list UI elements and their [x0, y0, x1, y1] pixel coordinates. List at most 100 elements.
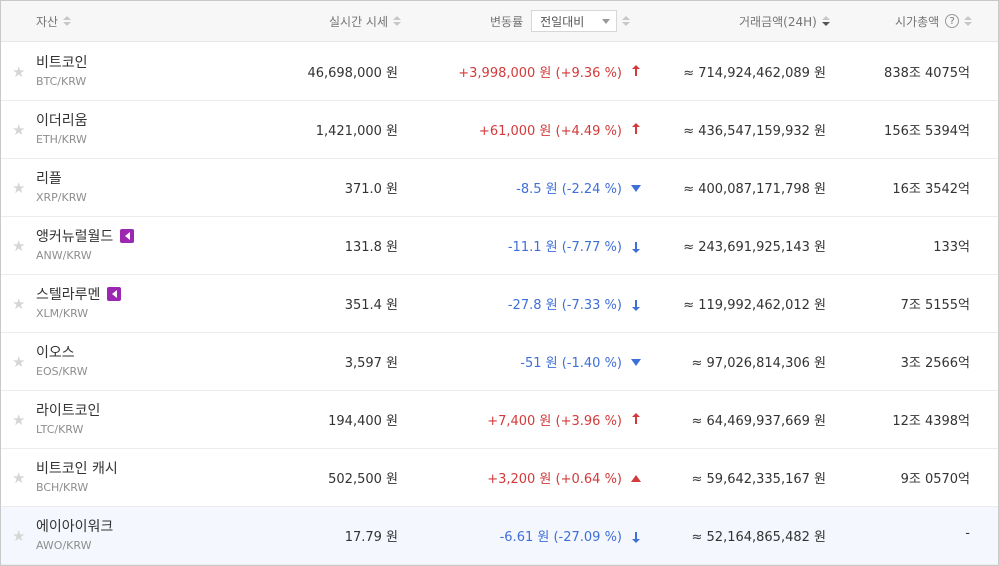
coin-price: 371.0 원 [344, 182, 398, 197]
coin-volume: ≈ 59,642,335,167 원 [691, 472, 827, 487]
coin-name[interactable]: 비트코인 캐시 [36, 458, 118, 478]
arrow-up-icon [631, 123, 641, 135]
warning-badge-icon [120, 229, 135, 243]
coin-name[interactable]: 에이아이워크 [36, 516, 113, 536]
table-row[interactable]: ★ 리플 XRP/KRW 371.0 원 -8.5 원 (-2.24 %) ≈ 400,0… [1, 159, 998, 217]
table-header: 자산 실시간 시세 변동률 전일대비 거래금액(24H) 시가총액 ? [1, 1, 998, 42]
table-row[interactable]: ★ 이더리움 ETH/KRW 1,421,000 원 +61,000 원 (+4.49 … [1, 101, 998, 159]
asset-header-label: 자산 [36, 14, 59, 29]
sort-arrows-icon[interactable] [622, 16, 631, 26]
table-row[interactable]: ★ 앵커뉴럴월드 ANW/KRW 131.8 원 -11.1 원 (-7.77 %) ≈ … [1, 217, 998, 275]
coin-name[interactable]: 이더리움 [36, 110, 88, 130]
coin-volume: ≈ 714,924,462,089 원 [683, 66, 826, 81]
coin-name[interactable]: 라이트코인 [36, 400, 100, 420]
coin-pair: EOS/KRW [36, 365, 88, 378]
coin-name-cell: 이오스 [36, 342, 75, 362]
volume-column-header[interactable]: 거래금액(24H) [739, 1, 830, 41]
coin-market-cap: 12조 4398억 [892, 414, 970, 429]
coin-change: +61,000 원 (+4.49 %) [478, 124, 622, 139]
mcap-column-header[interactable]: 시가총액 ? [895, 1, 973, 41]
change-period-value: 전일대비 [540, 14, 585, 29]
coin-name-cell: 비트코인 [36, 52, 88, 72]
arrow-down-icon [631, 241, 641, 253]
table-row[interactable]: ★ 라이트코인 LTC/KRW 194,400 원 +7,400 원 (+3.96 %)… [1, 391, 998, 449]
table-row[interactable]: ★ 에이아이워크 AWO/KRW 17.79 원 -6.61 원 (-27.09 %) ≈… [1, 507, 998, 565]
coin-volume: ≈ 119,992,462,012 원 [683, 298, 826, 313]
coin-market-cap: 3조 2566억 [900, 356, 970, 371]
sort-arrows-icon[interactable] [63, 16, 72, 26]
coin-name[interactable]: 앵커뉴럴월드 [36, 226, 113, 246]
arrow-down-icon [631, 357, 641, 367]
arrow-down-icon [631, 183, 641, 193]
volume-header-label: 거래금액(24H) [739, 14, 817, 29]
coin-change: -11.1 원 (-7.77 %) [507, 240, 622, 255]
table-row[interactable]: ★ 이오스 EOS/KRW 3,597 원 -51 원 (-1.40 %) ≈ 97,02… [1, 333, 998, 391]
arrow-up-icon [631, 413, 641, 425]
coin-change: -27.8 원 (-7.33 %) [507, 298, 622, 313]
asset-column-header[interactable]: 자산 [36, 1, 72, 41]
coin-name-cell: 비트코인 캐시 [36, 458, 118, 478]
arrow-up-icon [631, 65, 641, 77]
coin-volume: ≈ 436,547,159,932 원 [683, 124, 826, 139]
table-row[interactable]: ★ 비트코인 캐시 BCH/KRW 502,500 원 +3,200 원 (+0.64 … [1, 449, 998, 507]
star-icon[interactable]: ★ [12, 413, 25, 428]
coin-price: 131.8 원 [344, 240, 398, 255]
sort-arrows-icon[interactable] [821, 16, 830, 26]
coin-market-cap: 16조 3542억 [892, 182, 970, 197]
chevron-down-icon [602, 18, 611, 24]
table-row[interactable]: ★ 비트코인 BTC/KRW 46,698,000 원 +3,998,000 원 (+9… [1, 43, 998, 101]
mcap-header-label: 시가총액 [895, 14, 940, 29]
question-circle-icon[interactable]: ? [945, 14, 960, 28]
coin-price: 351.4 원 [344, 298, 398, 313]
coin-change: +7,400 원 (+3.96 %) [487, 414, 622, 429]
star-icon[interactable]: ★ [12, 471, 25, 486]
star-icon[interactable]: ★ [12, 123, 25, 138]
coin-name[interactable]: 스텔라루멘 [36, 284, 100, 304]
coin-volume: ≈ 243,691,925,143 원 [683, 240, 826, 255]
coin-name-cell: 에이아이워크 [36, 516, 113, 536]
coin-name[interactable]: 비트코인 [36, 52, 88, 72]
change-period-select[interactable]: 전일대비 [531, 10, 618, 32]
change-header-label: 변동률 [490, 14, 524, 29]
coin-pair: XLM/KRW [36, 307, 89, 320]
coin-market-cap: 9조 0570억 [900, 472, 970, 487]
coin-volume: ≈ 400,087,171,798 원 [683, 182, 826, 197]
star-icon[interactable]: ★ [12, 355, 25, 370]
table-row[interactable]: ★ 스텔라루멘 XLM/KRW 351.4 원 -27.8 원 (-7.33 %) ≈ 1… [1, 275, 998, 333]
star-icon[interactable]: ★ [12, 529, 25, 544]
star-icon[interactable]: ★ [12, 297, 25, 312]
star-icon[interactable]: ★ [12, 181, 25, 196]
coin-price: 3,597 원 [344, 356, 398, 371]
warning-badge-icon [107, 287, 122, 301]
coin-market-cap: - [965, 526, 970, 541]
coin-name-cell: 리플 [36, 168, 62, 188]
price-column-header[interactable]: 실시간 시세 [329, 1, 402, 41]
star-icon[interactable]: ★ [12, 239, 25, 254]
arrow-down-icon [631, 531, 641, 543]
coin-change: +3,200 원 (+0.64 %) [487, 472, 622, 487]
coin-market-cap: 133억 [933, 240, 970, 255]
coin-name[interactable]: 이오스 [36, 342, 75, 362]
coin-price: 17.79 원 [344, 530, 398, 545]
coin-change: -8.5 원 (-2.24 %) [516, 182, 622, 197]
coin-name[interactable]: 리플 [36, 168, 62, 188]
star-icon[interactable]: ★ [12, 65, 25, 80]
sort-arrows-icon[interactable] [964, 16, 973, 26]
coin-name-cell: 스텔라루멘 [36, 284, 122, 304]
coin-price: 1,421,000 원 [315, 124, 398, 139]
coin-volume: ≈ 52,164,865,482 원 [691, 530, 827, 545]
sort-arrows-icon[interactable] [393, 16, 402, 26]
coin-name-cell: 앵커뉴럴월드 [36, 226, 135, 246]
coin-pair: BTC/KRW [36, 75, 87, 88]
arrow-down-icon [631, 299, 641, 311]
arrow-up-icon [631, 473, 641, 483]
coin-pair: LTC/KRW [36, 423, 84, 436]
coin-name-cell: 이더리움 [36, 110, 88, 130]
coin-pair: AWO/KRW [36, 539, 92, 552]
price-header-label: 실시간 시세 [329, 14, 389, 29]
coin-price: 502,500 원 [328, 472, 398, 487]
coin-name-cell: 라이트코인 [36, 400, 100, 420]
coin-change: -51 원 (-1.40 %) [520, 356, 622, 371]
coin-pair: XRP/KRW [36, 191, 87, 204]
asset-table: 자산 실시간 시세 변동률 전일대비 거래금액(24H) 시가총액 ? ★ 비트코… [0, 0, 999, 566]
